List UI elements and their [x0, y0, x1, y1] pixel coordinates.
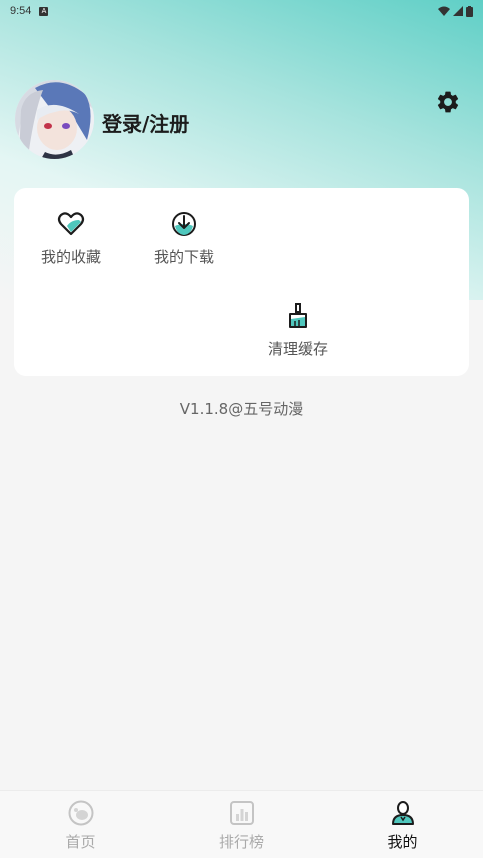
settings-button[interactable]	[433, 87, 463, 117]
avatar[interactable]	[15, 80, 94, 159]
profile-icon	[391, 801, 414, 825]
tab-ranking-label: 排行榜	[218, 833, 264, 851]
quick-actions-card: 我的收藏 我的下载 清理缓存	[14, 188, 469, 376]
avatar-illustration	[15, 80, 94, 159]
tab-home-label: 首页	[65, 833, 96, 851]
status-time: 9:54	[10, 5, 32, 17]
gear-icon	[437, 91, 459, 113]
status-icons	[438, 5, 473, 17]
signal-icon	[453, 6, 463, 16]
clear-cache-label: 清理缓存	[267, 340, 328, 358]
notification-icon: A	[39, 6, 49, 16]
tab-home[interactable]: 首页	[0, 791, 161, 858]
tab-mine-label: 我的	[387, 833, 418, 851]
ranking-icon	[229, 801, 254, 825]
my-downloads-label: 我的下载	[153, 248, 214, 266]
status-bar: 9:54 A	[0, 0, 483, 22]
bottom-tab-bar: 首页 排行榜 我的	[0, 790, 483, 858]
my-favorites-button[interactable]: 我的收藏	[21, 210, 121, 280]
home-icon	[68, 800, 93, 826]
my-downloads-button[interactable]: 我的下载	[134, 210, 234, 280]
wifi-icon	[438, 6, 450, 16]
clear-cache-button[interactable]: 清理缓存	[248, 302, 348, 372]
broom-icon	[289, 303, 307, 328]
heart-icon	[57, 212, 85, 236]
tab-mine[interactable]: 我的	[322, 791, 483, 858]
my-favorites-label: 我的收藏	[40, 248, 101, 266]
version-text: V1.1.8@五号动漫	[179, 400, 304, 418]
tab-ranking[interactable]: 排行榜	[161, 791, 322, 858]
battery-icon	[466, 5, 473, 17]
login-register-link[interactable]: 登录/注册	[102, 108, 189, 137]
download-icon	[172, 212, 196, 236]
